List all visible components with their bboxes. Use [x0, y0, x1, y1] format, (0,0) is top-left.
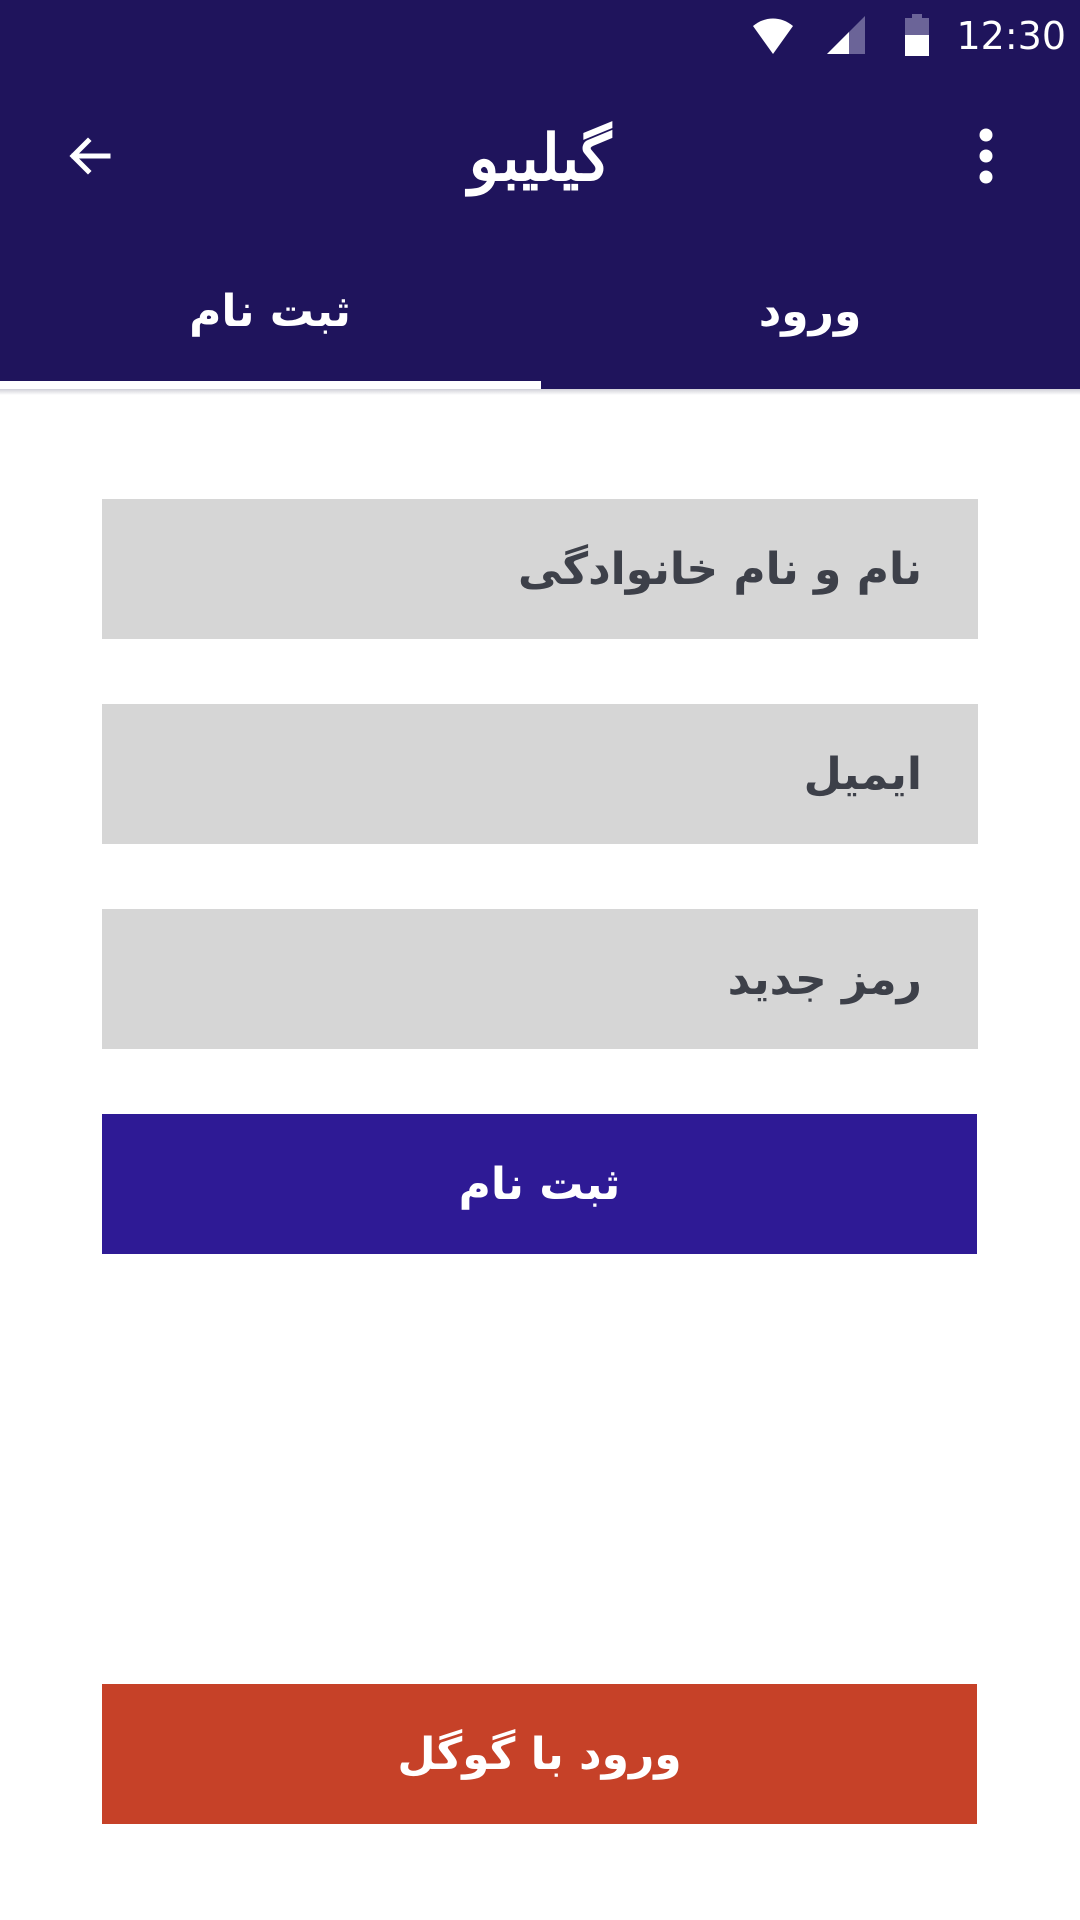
wifi-icon: [753, 18, 793, 54]
more-vertical-icon: [979, 128, 993, 184]
google-login-button[interactable]: ورود با گوگل: [102, 1684, 977, 1824]
email-input[interactable]: [102, 704, 978, 844]
register-button[interactable]: ثبت نام: [102, 1114, 977, 1254]
more-options-button[interactable]: [944, 114, 1028, 198]
tab-bar: ثبت نام ورود: [0, 243, 1080, 389]
back-button[interactable]: [48, 114, 132, 198]
app-header: 12:30 گیلیبو ثبت نام ورود: [0, 0, 1080, 389]
cell-signal-icon: [827, 16, 865, 54]
screen: 12:30 گیلیبو ثبت نام ورود نام و نام خانو…: [0, 0, 1080, 1920]
battery-icon: [905, 14, 929, 56]
tab-indicator: [0, 381, 541, 389]
tab-login[interactable]: ورود: [540, 243, 1080, 389]
status-bar: 12:30: [0, 0, 1080, 75]
status-time: 12:30: [956, 14, 1066, 58]
arrow-back-icon: [69, 137, 111, 175]
new-password-input[interactable]: [102, 909, 978, 1049]
tab-register[interactable]: ثبت نام: [0, 243, 540, 389]
toolbar: گیلیبو: [0, 75, 1080, 243]
full-name-input[interactable]: [102, 499, 978, 639]
app-title: گیلیبو: [468, 121, 612, 196]
header-shadow: [0, 389, 1080, 395]
